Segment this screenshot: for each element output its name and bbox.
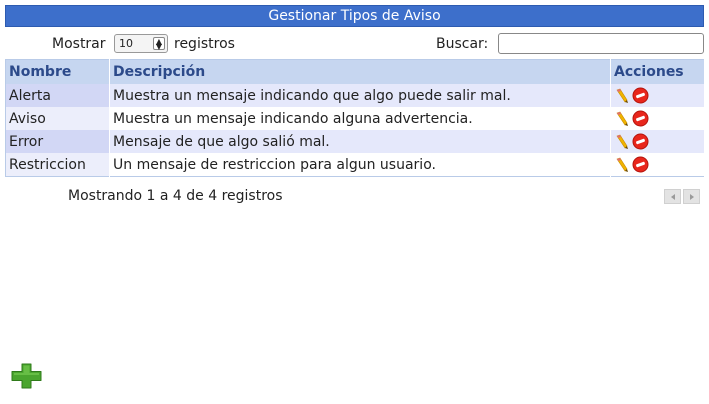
prev-page-button[interactable]	[664, 189, 681, 204]
cell-name: Aviso	[5, 107, 110, 130]
column-header-description[interactable]: Descripción	[109, 59, 611, 84]
delete-icon[interactable]	[632, 110, 649, 127]
pencil-icon[interactable]	[614, 157, 630, 173]
pencil-icon[interactable]	[614, 88, 630, 104]
table-row: Restriccion Un mensaje de restriccion pa…	[5, 153, 705, 177]
cell-description: Muestra un mensaje indicando alguna adve…	[109, 107, 611, 130]
column-header-actions: Acciones	[610, 59, 705, 84]
cell-description: Mensaje de que algo salió mal.	[109, 130, 611, 153]
cell-actions	[610, 130, 705, 153]
spinner-icon: ▲ ▼	[153, 37, 165, 51]
search-input[interactable]	[498, 33, 704, 54]
cell-name: Alerta	[5, 84, 110, 107]
delete-icon[interactable]	[632, 87, 649, 104]
prev-page-icon	[670, 193, 675, 200]
page-length-select[interactable]: 10 ▲ ▼	[114, 34, 168, 53]
length-suffix: registros	[174, 36, 235, 52]
pencil-icon[interactable]	[614, 111, 630, 127]
cell-actions	[610, 153, 705, 177]
page-title: Gestionar Tipos de Aviso	[5, 5, 704, 27]
cell-name: Error	[5, 130, 110, 153]
search-label: Buscar:	[436, 36, 489, 52]
add-icon	[11, 363, 42, 389]
cell-description: Muestra un mensaje indicando que algo pu…	[109, 84, 611, 107]
cell-actions	[610, 84, 705, 107]
next-page-button[interactable]	[683, 189, 700, 204]
table-header-row: Nombre Descripción Acciones	[5, 59, 705, 84]
cell-name: Restriccion	[5, 153, 110, 177]
delete-icon[interactable]	[632, 156, 649, 173]
pagination	[664, 189, 700, 204]
cell-description: Un mensaje de restriccion para algun usu…	[109, 153, 611, 177]
column-header-name[interactable]: Nombre	[5, 59, 110, 84]
page-length-value: 10	[119, 37, 133, 50]
delete-icon[interactable]	[632, 133, 649, 150]
next-page-icon	[689, 193, 694, 200]
table-row: Aviso Muestra un mensaje indicando algun…	[5, 107, 705, 130]
cell-actions	[610, 107, 705, 130]
table-row: Alerta Muestra un mensaje indicando que …	[5, 84, 705, 107]
table-info: Mostrando 1 a 4 de 4 registros	[68, 188, 283, 204]
length-label: Mostrar	[52, 36, 106, 52]
pencil-icon[interactable]	[614, 134, 630, 150]
table-row: Error Mensaje de que algo salió mal.	[5, 130, 705, 153]
aviso-types-table: Nombre Descripción Acciones Alerta Muest…	[5, 59, 705, 177]
table-controls: Mostrar 10 ▲ ▼ registros Buscar:	[0, 33, 709, 55]
add-button[interactable]	[11, 363, 43, 389]
